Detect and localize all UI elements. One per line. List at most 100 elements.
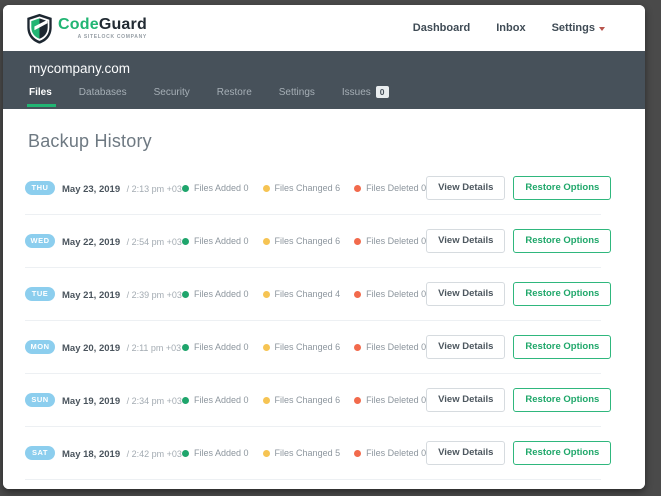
brand-name-primary: Code <box>58 15 99 33</box>
backup-row: SAT May 18, 2019 / 2:42 pm +03 Files Add… <box>25 427 612 480</box>
shield-logo-icon <box>27 13 52 44</box>
backup-date: May 19, 2019 <box>62 396 121 407</box>
stat-label: Files Added 0 <box>194 395 249 405</box>
changed-dot-icon <box>262 449 270 457</box>
backup-actions: View Details Restore Options <box>426 335 612 359</box>
tab-files[interactable]: Files <box>27 87 56 107</box>
stat-label: Files Changed 6 <box>274 236 341 246</box>
codeguard-logo[interactable]: CodeGuard A SITELOCK COMPANY <box>25 13 147 44</box>
backup-when: May 18, 2019 / 2:42 pm +03 <box>62 444 182 462</box>
restore-options-button[interactable]: Restore Options <box>513 282 612 306</box>
changed-dot-icon <box>262 396 270 404</box>
issues-count-badge: 0 <box>375 86 389 99</box>
stat-added: Files Added 0 <box>182 236 249 246</box>
stat-label: Files Added 0 <box>194 236 249 246</box>
added-dot-icon <box>182 237 189 245</box>
backup-history-list: THU May 23, 2019 / 2:13 pm +03 Files Add… <box>25 162 612 480</box>
backup-time: / 2:11 pm +03 <box>126 343 182 353</box>
changed-dot-icon <box>262 290 270 298</box>
nav-inbox-label: Inbox <box>496 22 526 34</box>
tab-security[interactable]: Security <box>154 87 190 98</box>
backup-row: WED May 22, 2019 / 2:54 pm +03 Files Add… <box>25 215 612 268</box>
stat-changed: Files Changed 4 <box>262 289 341 299</box>
changed-dot-icon <box>262 237 270 245</box>
backup-row: MON May 20, 2019 / 2:11 pm +03 Files Add… <box>25 321 612 374</box>
restore-options-button[interactable]: Restore Options <box>513 388 612 412</box>
deleted-dot-icon <box>354 343 362 351</box>
backup-row: THU May 23, 2019 / 2:13 pm +03 Files Add… <box>25 162 612 215</box>
backup-stats: Files Added 0 Files Changed 6 Files Delete… <box>182 183 426 193</box>
brand-name: CodeGuard <box>58 15 147 33</box>
backup-actions: View Details Restore Options <box>426 441 612 465</box>
tab-restore[interactable]: Restore <box>217 87 252 98</box>
day-badge: MON <box>25 340 55 354</box>
top-nav: Dashboard Inbox Settings <box>413 22 605 34</box>
restore-options-button[interactable]: Restore Options <box>513 176 612 200</box>
tab-settings[interactable]: Settings <box>279 87 315 98</box>
stat-label: Files Deleted 0 <box>366 183 427 193</box>
stat-deleted: Files Deleted 0 <box>354 183 426 193</box>
tab-issues[interactable]: Issues 0 <box>341 86 389 99</box>
view-details-button[interactable]: View Details <box>426 335 506 359</box>
view-details-button[interactable]: View Details <box>426 388 506 412</box>
stat-changed: Files Changed 6 <box>262 183 340 193</box>
site-domain: mycompany.com <box>29 61 131 76</box>
main-content: Backup History THU May 23, 2019 / 2:13 p… <box>3 109 645 489</box>
nav-dashboard[interactable]: Dashboard <box>413 22 470 34</box>
view-details-button[interactable]: View Details <box>426 441 506 465</box>
page-title: Backup History <box>28 131 152 151</box>
backup-stats: Files Added 0 Files Changed 5 Files Delete… <box>182 448 426 458</box>
backup-row: SUN May 19, 2019 / 2:34 pm +03 Files Add… <box>25 374 612 427</box>
caret-down-icon <box>599 27 605 31</box>
backup-when: May 19, 2019 / 2:34 pm +03 <box>62 391 182 409</box>
stat-added: Files Added 0 <box>182 395 249 405</box>
backup-when: May 20, 2019 / 2:11 pm +03 <box>62 338 182 356</box>
backup-date: May 23, 2019 <box>62 184 121 195</box>
backup-when: May 23, 2019 / 2:13 pm +03 <box>62 179 182 197</box>
nav-settings[interactable]: Settings <box>552 22 605 34</box>
view-details-button[interactable]: View Details <box>426 176 506 200</box>
brand-tagline: A SITELOCK COMPANY <box>77 33 147 40</box>
backup-time: / 2:42 pm +03 <box>126 449 182 459</box>
backup-date: May 20, 2019 <box>62 343 121 354</box>
stat-changed: Files Changed 6 <box>262 395 340 405</box>
stat-label: Files Added 0 <box>194 342 249 352</box>
day-badge: SAT <box>25 446 55 460</box>
site-bar: mycompany.com Files Databases Security R… <box>3 51 645 109</box>
backup-time: / 2:39 pm +03 <box>126 290 182 300</box>
day-badge: WED <box>25 234 55 248</box>
tab-databases[interactable]: Databases <box>79 87 127 98</box>
stat-deleted: Files Deleted 0 <box>354 289 426 299</box>
backup-actions: View Details Restore Options <box>426 176 612 200</box>
stat-label: Files Changed 4 <box>274 289 341 299</box>
restore-options-button[interactable]: Restore Options <box>513 335 612 359</box>
day-badge: TUE <box>25 287 55 301</box>
backup-time: / 2:13 pm +03 <box>126 184 182 194</box>
stat-deleted: Files Deleted 0 <box>354 395 426 405</box>
nav-settings-label: Settings <box>551 22 595 34</box>
nav-inbox[interactable]: Inbox <box>496 22 525 34</box>
stat-label: Files Deleted 0 <box>366 289 427 299</box>
view-details-button[interactable]: View Details <box>426 282 506 306</box>
day-badge: THU <box>25 181 55 195</box>
backup-time: / 2:54 pm +03 <box>126 237 182 247</box>
stat-changed: Files Changed 6 <box>262 342 341 352</box>
stat-label: Files Added 0 <box>194 183 249 193</box>
stat-label: Files Changed 5 <box>274 448 341 458</box>
tab-issues-label: Issues <box>341 86 371 98</box>
stat-changed: Files Changed 5 <box>262 448 341 458</box>
deleted-dot-icon <box>354 449 362 457</box>
backup-time: / 2:34 pm +03 <box>126 396 182 406</box>
added-dot-icon <box>182 184 189 192</box>
restore-options-button[interactable]: Restore Options <box>513 441 612 465</box>
stat-label: Files Changed 6 <box>274 342 341 352</box>
restore-options-button[interactable]: Restore Options <box>513 229 612 253</box>
added-dot-icon <box>182 290 189 298</box>
stat-label: Files Deleted 0 <box>366 395 427 405</box>
backup-date: May 18, 2019 <box>62 449 121 460</box>
backup-stats: Files Added 0 Files Changed 6 Files Delete… <box>182 395 426 405</box>
changed-dot-icon <box>262 343 270 351</box>
stat-added: Files Added 0 <box>182 342 249 352</box>
view-details-button[interactable]: View Details <box>426 229 506 253</box>
backup-stats: Files Added 0 Files Changed 4 Files Delete… <box>182 289 426 299</box>
